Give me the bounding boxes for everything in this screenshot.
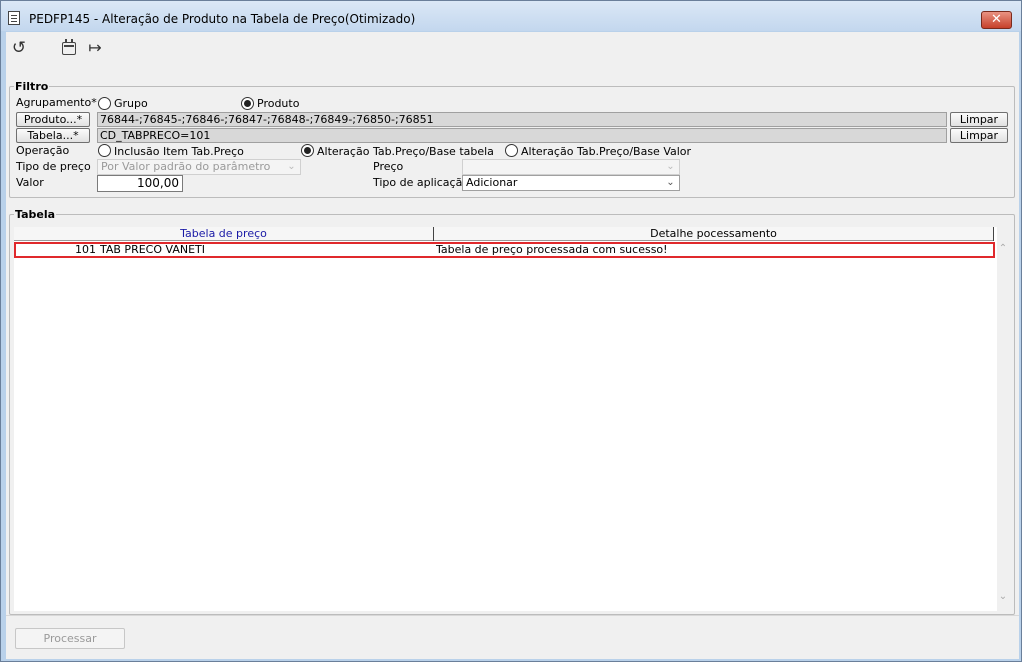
produto-button[interactable]: Produto...* <box>16 112 90 127</box>
valor-input[interactable]: 100,00 <box>97 175 183 192</box>
filtro-group: Filtro Agrupamento* Grupo Produto Produt… <box>9 80 1015 198</box>
limpar-tabela-button[interactable]: Limpar <box>950 128 1008 143</box>
operacao-label: Operação <box>16 144 70 157</box>
calendar-icon[interactable] <box>62 39 76 55</box>
tipo-aplicacao-label: Tipo de aplicação <box>373 176 470 189</box>
valor-label: Valor <box>16 176 44 189</box>
scroll-up-icon[interactable]: ⌃ <box>997 243 1009 254</box>
tabela-button[interactable]: Tabela...* <box>16 128 90 143</box>
row-detalhe: Tabela de preço processada com sucesso! <box>436 244 668 256</box>
table-row[interactable]: 101 TAB PRECO VANETI Tabela de preço pro… <box>14 242 995 258</box>
grupo-radio-label: Grupo <box>114 97 148 110</box>
scroll-down-icon[interactable]: ⌄ <box>997 591 1009 602</box>
produto-codes-field[interactable]: 76844-;76845-;76846-;76847-;76848-;76849… <box>97 112 947 127</box>
col-header-tabela-preco[interactable]: Tabela de preço <box>14 227 434 241</box>
preco-select[interactable]: ⌄ <box>462 159 680 175</box>
tipo-preco-value: Por Valor padrão do parâmetro <box>101 160 271 173</box>
tabela-group: Tabela Tabela de preço Detalhe pocessame… <box>9 208 1015 615</box>
tipo-aplicacao-value: Adicionar <box>466 176 518 189</box>
refresh-icon[interactable]: ↺ <box>8 38 30 58</box>
op-inclusao-label: Inclusão Item Tab.Preço <box>114 145 244 158</box>
chevron-down-icon: ⌄ <box>287 161 296 172</box>
processar-button[interactable]: Processar <box>15 628 125 649</box>
exit-icon[interactable]: ↦ <box>84 38 106 58</box>
close-button[interactable]: ✕ <box>981 11 1012 29</box>
tipo-aplicacao-select[interactable]: Adicionar ⌄ <box>462 175 680 191</box>
tipo-preco-label: Tipo de preço <box>16 160 91 173</box>
document-icon <box>8 11 20 25</box>
client-area: ↺ ↦ Filtro Agrupamento* Grupo Produto Pr… <box>6 32 1019 659</box>
limpar-produto-button[interactable]: Limpar <box>950 112 1008 127</box>
preco-label: Preço <box>373 160 404 173</box>
footer-bar: Processar <box>6 615 1019 659</box>
app-window: PEDFP145 - Alteração de Produto na Tabel… <box>0 0 1022 662</box>
produto-radio-label: Produto <box>257 97 300 110</box>
chevron-down-icon: ⌄ <box>666 161 675 172</box>
filtro-title: Filtro <box>14 80 50 93</box>
chevron-down-icon: ⌄ <box>666 177 675 188</box>
op-alt-base-valor-label: Alteração Tab.Preço/Base Valor <box>521 145 692 158</box>
window-title: PEDFP145 - Alteração de Produto na Tabel… <box>29 12 416 26</box>
op-alt-base-tabela-label: Alteração Tab.Preço/Base tabela <box>317 145 494 158</box>
tipo-preco-select[interactable]: Por Valor padrão do parâmetro ⌄ <box>97 159 301 175</box>
col-header-detalhe[interactable]: Detalhe pocessamento <box>434 227 994 241</box>
tabela-filter-field[interactable]: CD_TABPRECO=101 <box>97 128 947 143</box>
op-alt-base-valor-radio[interactable] <box>505 144 518 157</box>
row-nome: TAB PRECO VANETI <box>100 244 205 256</box>
toolbar: ↺ ↦ <box>6 32 1019 63</box>
row-codigo: 101 <box>75 244 96 256</box>
title-bar: PEDFP145 - Alteração de Produto na Tabel… <box>1 1 1021 31</box>
grupo-radio[interactable] <box>98 97 111 110</box>
op-inclusao-radio[interactable] <box>98 144 111 157</box>
grid-header: Tabela de preço Detalhe pocessamento <box>14 227 994 241</box>
op-alt-base-tabela-radio[interactable] <box>301 144 314 157</box>
produto-radio[interactable] <box>241 97 254 110</box>
results-grid: Tabela de preço Detalhe pocessamento 101… <box>14 227 1007 611</box>
agrupamento-label: Agrupamento* <box>16 96 97 109</box>
tabela-title: Tabela <box>14 208 57 221</box>
